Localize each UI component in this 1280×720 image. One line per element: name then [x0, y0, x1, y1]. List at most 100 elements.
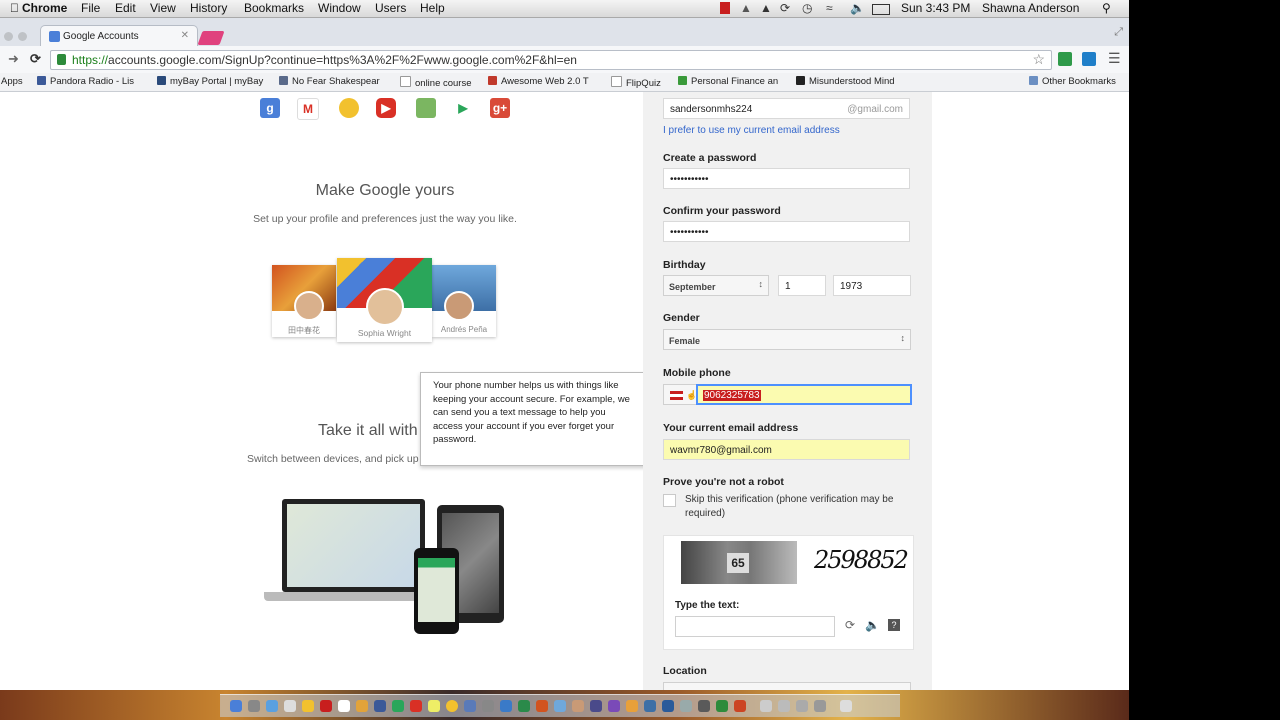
itunes-icon[interactable]	[428, 700, 440, 712]
birth-month-select[interactable]: September ↕	[663, 275, 769, 296]
finder-icon[interactable]	[230, 700, 242, 712]
menu-history[interactable]: History	[190, 1, 227, 15]
extension-leaf-icon[interactable]	[1058, 52, 1072, 66]
terminal-icon[interactable]	[698, 700, 710, 712]
excel-icon[interactable]	[518, 700, 530, 712]
word-icon[interactable]	[500, 700, 512, 712]
captcha-box: 65 2598852 Type the text: ⟳ 🔈 ?	[663, 535, 914, 650]
tab-title: Google Accounts	[63, 31, 139, 42]
trash-icon[interactable]	[840, 700, 852, 712]
country-flag-select[interactable]: ☝	[663, 384, 697, 405]
messages-icon[interactable]	[374, 700, 386, 712]
confirm-password-input[interactable]: •••••••••••	[663, 221, 910, 242]
drive-icon[interactable]: ▲	[760, 1, 772, 15]
current-email-input[interactable]: wavmr780@gmail.com	[663, 439, 910, 460]
menu-help[interactable]: Help	[420, 1, 445, 15]
reload-icon[interactable]: ⟳	[30, 51, 41, 67]
app-store-icon[interactable]	[464, 700, 476, 712]
audio-captcha-icon[interactable]: 🔈	[865, 618, 880, 632]
contacts-icon[interactable]	[356, 700, 368, 712]
mobile-phone-input[interactable]: 9062325783	[696, 384, 912, 405]
menu-window[interactable]: Window	[318, 1, 361, 15]
wifi-icon[interactable]: ≈	[826, 1, 833, 15]
user-name[interactable]: Shawna Anderson	[982, 1, 1079, 15]
calendar-icon[interactable]	[320, 700, 332, 712]
powerpoint-icon[interactable]	[536, 700, 548, 712]
battery-icon[interactable]	[872, 4, 890, 15]
notes-icon[interactable]	[302, 700, 314, 712]
applications-stack-icon[interactable]	[814, 700, 826, 712]
dashboard-icon[interactable]	[680, 700, 692, 712]
minimize-window-button[interactable]	[18, 32, 27, 41]
bookmark-flipquiz[interactable]: FlipQuiz	[611, 76, 661, 89]
birth-day-input[interactable]: 1	[778, 275, 826, 296]
location-select[interactable]	[663, 682, 911, 690]
folder-icon	[1029, 76, 1038, 85]
facetime-icon[interactable]	[392, 700, 404, 712]
google-favicon-icon	[49, 31, 60, 42]
launchpad-icon[interactable]	[248, 700, 260, 712]
help-captcha-icon[interactable]: ?	[888, 619, 900, 631]
clock[interactable]: Sun 3:43 PM	[901, 1, 970, 15]
gender-select[interactable]: Female ↕	[663, 329, 911, 350]
skip-verification-checkbox[interactable]	[663, 494, 676, 507]
close-window-button[interactable]	[4, 32, 13, 41]
apple-icon[interactable]: 	[10, 1, 22, 15]
close-tab-icon[interactable]: ✕	[181, 30, 189, 41]
bookmark-apps[interactable]: Apps	[1, 76, 23, 87]
activity-monitor-icon[interactable]	[716, 700, 728, 712]
reminders-icon[interactable]	[338, 700, 350, 712]
bookmark-mybay[interactable]: myBay Portal | myBay	[157, 76, 263, 87]
record-status-icon[interactable]	[720, 2, 730, 14]
username-input[interactable]: sandersonmhs224 @gmail.com	[663, 98, 910, 119]
system-preferences-icon[interactable]	[482, 700, 494, 712]
document-icon[interactable]	[760, 700, 772, 712]
spotlight-search-icon[interactable]: ⚲	[1102, 1, 1111, 15]
refresh-captcha-icon[interactable]: ⟳	[845, 618, 855, 632]
chrome-dock-icon[interactable]	[446, 700, 458, 712]
use-current-email-link[interactable]: I prefer to use my current email address	[663, 125, 840, 136]
sync-icon[interactable]: ⟳	[780, 1, 790, 15]
chrome-menu-icon[interactable]: ☰	[1108, 50, 1121, 67]
keynote-icon[interactable]	[644, 700, 656, 712]
menu-view[interactable]: View	[150, 1, 176, 15]
time-machine-icon[interactable]: ◷	[802, 1, 812, 15]
bookmark-star-icon[interactable]: ☆	[1032, 51, 1045, 68]
brackets-icon[interactable]	[734, 700, 746, 712]
menu-file[interactable]: File	[81, 1, 100, 15]
birth-year-input[interactable]: 1973	[833, 275, 911, 296]
imovie-icon[interactable]	[590, 700, 602, 712]
address-bar[interactable]: https://accounts.google.com/SignUp?conti…	[50, 50, 1052, 70]
back-arrow-icon[interactable]: ➜	[8, 51, 19, 67]
bookmark-awesome-web[interactable]: Awesome Web 2.0 T	[488, 76, 589, 87]
bookmark-personal-finance[interactable]: Personal Finance an	[678, 76, 778, 87]
folder-stack-icon[interactable]	[778, 700, 790, 712]
bookmark-misunderstood-mind[interactable]: Misunderstood Mind	[796, 76, 895, 87]
password-input[interactable]: •••••••••••	[663, 168, 910, 189]
tab-strip: Google Accounts ✕ ⤢	[0, 18, 1129, 47]
photo-booth-icon[interactable]	[410, 700, 422, 712]
safari-icon[interactable]	[266, 700, 278, 712]
new-tab-button[interactable]	[197, 31, 225, 45]
bookmark-other[interactable]: Other Bookmarks	[1029, 76, 1116, 87]
preview-icon[interactable]	[554, 700, 566, 712]
garageband-icon[interactable]	[608, 700, 620, 712]
bookmark-pandora[interactable]: Pandora Radio - Lis	[37, 76, 134, 87]
volume-icon[interactable]: 🔈	[850, 1, 865, 15]
tab-google-accounts[interactable]: Google Accounts ✕	[40, 25, 198, 47]
menu-edit[interactable]: Edit	[115, 1, 136, 15]
menu-users[interactable]: Users	[375, 1, 406, 15]
captcha-input[interactable]	[675, 616, 835, 637]
mail-icon[interactable]	[284, 700, 296, 712]
fullscreen-icon[interactable]: ⤢	[1114, 26, 1123, 39]
skype-icon[interactable]	[662, 700, 674, 712]
notification-icon[interactable]: ▲	[740, 1, 752, 15]
extension-refresh-icon[interactable]	[1082, 52, 1096, 66]
bookmark-nofear[interactable]: No Fear Shakespear	[279, 76, 380, 87]
menu-app-chrome[interactable]: Chrome	[22, 1, 67, 15]
iphoto-icon[interactable]	[572, 700, 584, 712]
pages-icon[interactable]	[626, 700, 638, 712]
downloads-stack-icon[interactable]	[796, 700, 808, 712]
menu-bookmarks[interactable]: Bookmarks	[244, 1, 304, 15]
bookmark-online-course[interactable]: online course	[400, 76, 472, 89]
